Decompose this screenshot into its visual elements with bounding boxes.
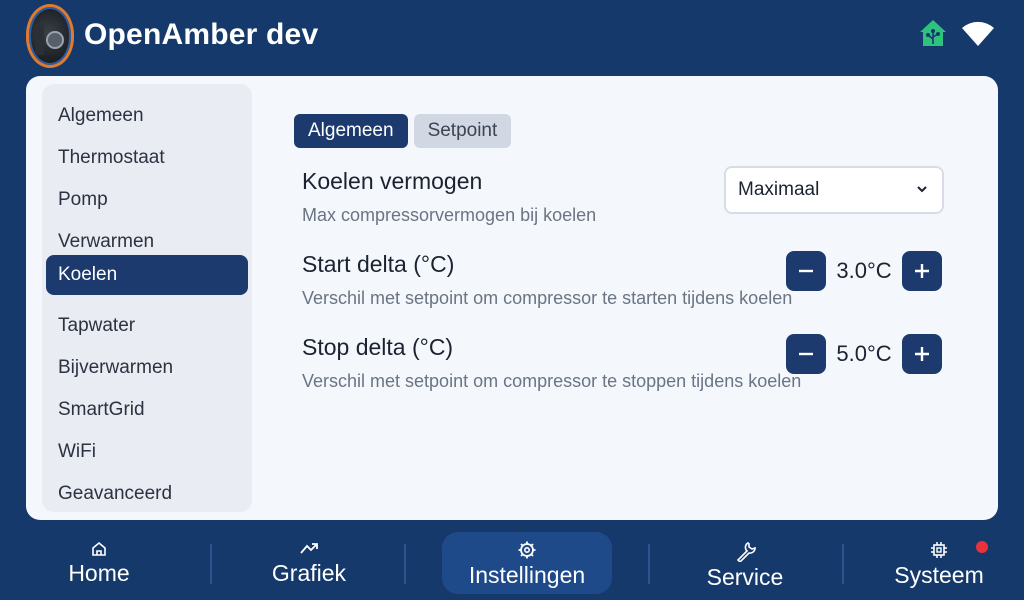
minus-icon xyxy=(799,269,813,273)
chip-icon xyxy=(931,542,947,558)
cooling-power-value: Maximaal xyxy=(738,179,820,200)
stop-delta-decrease-button[interactable] xyxy=(786,334,826,374)
nav-divider xyxy=(210,544,212,584)
start-delta-value: 3.0°C xyxy=(836,258,892,283)
settings-card: Algemeen Thermostaat Pomp Verwarmen Koel… xyxy=(26,76,998,520)
chevron-down-icon xyxy=(917,186,927,193)
tab-setpoint[interactable]: Setpoint xyxy=(413,114,512,148)
bottom-navigation: Home Grafiek Instellingen Service Systee… xyxy=(0,524,1024,600)
start-delta-stepper: 3.0°C xyxy=(786,251,942,291)
start-delta-increase-button[interactable] xyxy=(902,251,942,291)
nav-grafiek-label: Grafiek xyxy=(271,560,347,586)
notification-dot xyxy=(976,541,988,553)
stop-delta-increase-button[interactable] xyxy=(902,334,942,374)
nav-systeem[interactable]: Systeem xyxy=(864,532,1014,594)
sidebar-item-pomp[interactable]: Pomp xyxy=(46,180,248,220)
wrench-icon xyxy=(736,542,756,562)
start-delta-title: Start delta (°C) xyxy=(302,251,455,277)
sidebar-item-smartgrid[interactable]: SmartGrid xyxy=(46,390,248,430)
stop-delta-description: Verschil met setpoint om compressor te s… xyxy=(302,371,802,391)
nav-home[interactable]: Home xyxy=(24,532,174,594)
nav-instellingen-label: Instellingen xyxy=(468,562,586,588)
settings-tabs: Algemeen Setpoint xyxy=(294,114,512,148)
sidebar-item-wifi[interactable]: WiFi xyxy=(46,432,248,472)
stop-delta-stepper: 5.0°C xyxy=(786,334,942,374)
nav-home-label: Home xyxy=(68,560,130,586)
start-delta-decrease-button[interactable] xyxy=(786,251,826,291)
stop-delta-title: Stop delta (°C) xyxy=(302,334,454,360)
nav-divider xyxy=(842,544,844,584)
nav-grafiek[interactable]: Grafiek xyxy=(234,532,384,594)
cooling-power-select[interactable]: Maximaal xyxy=(724,166,944,214)
sidebar-item-bijverwarmen[interactable]: Bijverwarmen xyxy=(46,348,248,388)
cooling-power-description: Max compressorvermogen bij koelen xyxy=(302,205,597,225)
minus-icon xyxy=(799,352,813,356)
stop-delta-value: 5.0°C xyxy=(836,341,892,366)
plus-icon xyxy=(915,347,929,361)
sidebar-item-algemeen[interactable]: Algemeen xyxy=(46,96,248,136)
header-bar: OpenAmber dev xyxy=(0,0,1024,72)
tab-algemeen[interactable]: Algemeen xyxy=(294,114,408,148)
heat-pump-logo-icon xyxy=(26,4,74,68)
start-delta-description: Verschil met setpoint om compressor te s… xyxy=(302,288,793,308)
nav-service-label: Service xyxy=(706,564,784,590)
home-assistant-icon[interactable] xyxy=(918,18,948,48)
wifi-icon[interactable] xyxy=(960,18,996,48)
nav-divider xyxy=(648,544,650,584)
nav-instellingen[interactable]: Instellingen xyxy=(442,532,612,594)
sidebar-item-tapwater[interactable]: Tapwater xyxy=(46,306,248,346)
home-icon xyxy=(92,541,106,556)
chart-icon xyxy=(300,543,318,554)
nav-systeem-label: Systeem xyxy=(894,562,984,588)
sidebar-item-koelen[interactable]: Koelen xyxy=(46,255,248,295)
status-icons xyxy=(918,18,996,48)
cooling-power-title: Koelen vermogen xyxy=(302,168,483,194)
sidebar-item-geavanceerd[interactable]: Geavanceerd xyxy=(46,474,248,514)
gear-icon xyxy=(518,541,536,559)
plus-icon xyxy=(915,264,929,278)
nav-divider xyxy=(404,544,406,584)
nav-service[interactable]: Service xyxy=(670,532,820,594)
settings-sidebar: Algemeen Thermostaat Pomp Verwarmen Koel… xyxy=(42,84,252,512)
app-title: OpenAmber dev xyxy=(84,18,319,51)
sidebar-item-thermostaat[interactable]: Thermostaat xyxy=(46,138,248,178)
